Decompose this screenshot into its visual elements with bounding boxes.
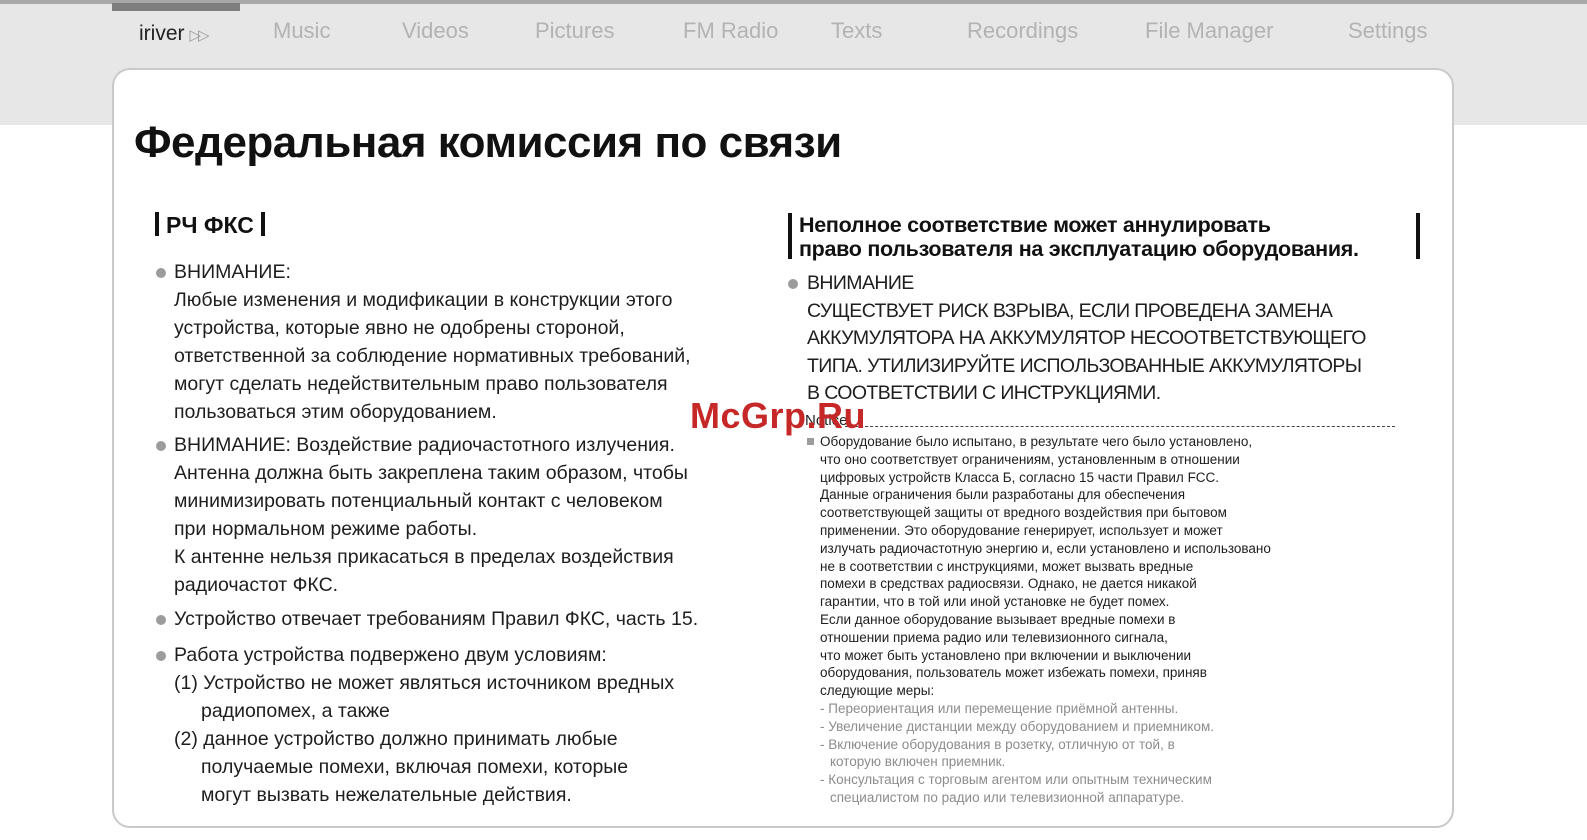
- section-heading-text: РЧ ФКС: [166, 212, 254, 238]
- heading-bar-left: [155, 212, 159, 236]
- nav-item-fm-radio[interactable]: FM Radio: [683, 18, 778, 44]
- nav-item-music[interactable]: Music: [273, 18, 330, 44]
- measure-item-cont: которую включен приемник.: [830, 754, 1006, 770]
- warning-label: ВНИМАНИЕ:: [174, 261, 291, 283]
- warning-label: ВНИМАНИЕ: [807, 272, 914, 294]
- notice-line: применении. Это оборудование генерирует,…: [820, 522, 1223, 538]
- bullet-icon: [156, 615, 166, 625]
- nav-item-file-manager[interactable]: File Manager: [1145, 18, 1273, 44]
- condition-2-cont: получаемые помехи, включая помехи, котор…: [201, 756, 629, 778]
- top-nav: Music Videos Pictures FM Radio Texts Rec…: [0, 18, 1587, 52]
- bullet-icon: [156, 651, 166, 661]
- measures-list: - Переориентация или перемещение приёмно…: [820, 700, 1214, 807]
- notice-line: Оборудование было испытано, в результате…: [820, 434, 1253, 449]
- heading-line: Неполное соответствие может аннулировать: [799, 213, 1271, 237]
- notice-line: следующие меры:: [820, 683, 935, 699]
- warning-line: СУЩЕСТВУЕТ РИСК ВЗРЫВА, ЕСЛИ ПРОВЕДЕНА З…: [807, 299, 1333, 322]
- notice-line: что оно соответствует ограничениям, уста…: [820, 451, 1240, 467]
- notice-line: Данные ограничения были разработаны для …: [820, 487, 1186, 503]
- text-line: Антенна должна быть закреплена таким обр…: [174, 462, 688, 484]
- bullet-icon: [788, 279, 798, 289]
- notice-line: соответствующей защиты от вредного возде…: [820, 505, 1227, 521]
- measure-item: - Переориентация или перемещение приёмно…: [820, 701, 1179, 716]
- compliance-statement: Устройство отвечает требованиям Правил Ф…: [174, 608, 699, 630]
- text-line: радиочастот ФКС.: [174, 574, 339, 596]
- operating-conditions: Работа устройства подвержено двум услови…: [174, 641, 674, 809]
- notice-line: что может быть установлено при включении…: [820, 647, 1192, 663]
- text-line: пользоваться этим оборудованием.: [174, 401, 497, 423]
- warning-line: АККУМУЛЯТОРА НА АККУМУЛЯТОР НЕСООТВЕТСТВ…: [807, 327, 1366, 349]
- notice-line: отношении приема радио или телевизионног…: [820, 629, 1168, 645]
- notice-line: оборудования, пользователь может избежат…: [820, 665, 1207, 681]
- watermark: McGrp.Ru: [690, 395, 867, 436]
- warning-line: ТИПА. УТИЛИЗИРУЙТЕ ИСПОЛЬЗОВАННЫЕ АККУМУ…: [807, 354, 1362, 377]
- notice-line: Если данное оборудование вызывает вредны…: [820, 611, 1176, 627]
- condition-2-cont: могут вызвать нежелательные действия.: [201, 784, 572, 806]
- text-line: при нормальном режиме работы.: [174, 518, 478, 540]
- text-line: устройства, которые явно не одобрены сто…: [174, 317, 625, 339]
- heading-bar-right: [260, 212, 265, 236]
- text-line: ответственной за соблюдение нормативных …: [174, 345, 691, 367]
- text-line: К антенне нельзя прикасаться в пределах …: [174, 546, 674, 568]
- notice-line: гарантии, что в той или иной установке н…: [820, 594, 1170, 610]
- condition-2: (2) данное устройство должно принимать л…: [174, 728, 618, 750]
- battery-warning: ВНИМАНИЕ СУЩЕСТВУЕТ РИСК ВЗРЫВА, ЕСЛИ ПР…: [807, 270, 1366, 408]
- notice-line: помехи в средствах радиосвязи. Однако, н…: [820, 576, 1197, 592]
- square-bullet-icon: [807, 438, 814, 445]
- text-line: могут сделать недействительным право пол…: [174, 373, 668, 395]
- nav-item-texts[interactable]: Texts: [831, 18, 882, 44]
- dashed-divider: [845, 426, 1395, 427]
- measure-item: - Включение оборудования в розетку, отли…: [820, 736, 1175, 752]
- conditions-intro: Работа устройства подвержено двум услови…: [174, 644, 607, 666]
- bullet-icon: [156, 441, 166, 451]
- section-heading-noncompliance: Неполное соответствие может аннулировать…: [788, 213, 1420, 261]
- nav-item-recordings[interactable]: Recordings: [967, 18, 1078, 44]
- nav-item-videos[interactable]: Videos: [402, 18, 469, 44]
- nav-item-settings[interactable]: Settings: [1348, 18, 1428, 44]
- nav-item-pictures[interactable]: Pictures: [535, 18, 614, 44]
- active-tab-indicator: [112, 3, 240, 11]
- notice-line: не в соответствии с инструкциями, может …: [820, 558, 1194, 574]
- warning-rf-exposure: ВНИМАНИЕ: Воздействие радиочастотного из…: [174, 431, 688, 599]
- notice-line: излучать радиочастотную энергию и, если …: [820, 540, 1271, 556]
- page-title: Федеральная комиссия по связи: [134, 118, 842, 167]
- text-line: минимизировать потенциальный контакт с ч…: [174, 490, 663, 512]
- notice-text: Оборудование было испытано, в результате…: [820, 433, 1271, 700]
- section-heading-rf-fcc: РЧ ФКС: [155, 212, 265, 239]
- warning-modifications: ВНИМАНИЕ: Любые изменения и модификации …: [174, 258, 691, 426]
- text-line: Любые изменения и модификации в конструк…: [174, 289, 673, 311]
- bullet-icon: [156, 268, 166, 278]
- measure-item: - Консультация с торговым агентом или оп…: [820, 772, 1212, 788]
- measure-item: - Увеличение дистанции между оборудовани…: [820, 718, 1215, 734]
- notice-line: цифровых устройств Класса Б, согласно 15…: [820, 469, 1220, 485]
- condition-1: (1) Устройство не может являться источни…: [174, 672, 675, 694]
- measure-item-cont: специалистом по радио или телевизионной …: [830, 789, 1185, 805]
- text-line: ВНИМАНИЕ: Воздействие радиочастотного из…: [174, 434, 675, 456]
- condition-1-cont: радиопомех, а также: [201, 700, 390, 722]
- warning-line: В СООТВЕТСТВИИ С ИНСТРУКЦИЯМИ.: [807, 382, 1161, 404]
- heading-line: право пользователя на эксплуатацию обору…: [799, 237, 1359, 261]
